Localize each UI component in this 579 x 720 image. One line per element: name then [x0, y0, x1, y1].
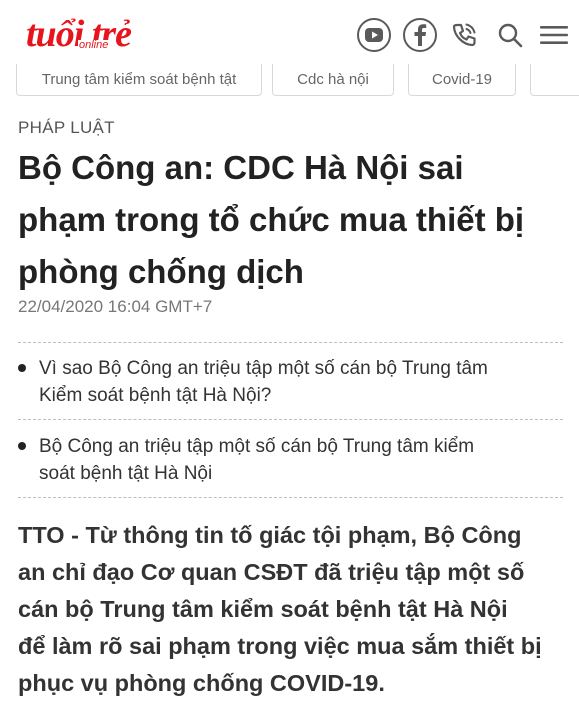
divider	[18, 497, 563, 498]
search-icon[interactable]	[493, 18, 527, 52]
site-header: tuổi trẻ online	[0, 0, 579, 64]
logo-subtext: online	[78, 39, 110, 51]
tag-link[interactable]: Cdc hà nội	[272, 64, 394, 96]
tag-link[interactable]: Covid-19	[408, 64, 516, 96]
bullet-icon	[18, 442, 26, 450]
related-link-line: Bộ Công an triệu tập một số cán bộ Trung…	[39, 436, 475, 457]
publish-date: 22/04/2020 16:04 GMT+7	[18, 297, 213, 316]
related-link-line: Vì sao Bộ Công an triệu tập một số cán b…	[39, 358, 488, 379]
phone-icon[interactable]	[447, 18, 481, 52]
divider	[18, 342, 563, 343]
lead-line: TTO - Từ thông tin tố giác tội phạm, Bộ …	[18, 522, 522, 548]
article-lead: TTO - Từ thông tin tố giác tội phạm, Bộ …	[18, 517, 566, 702]
related-link[interactable]: Bộ Công an triệu tập một số cán bộ Trung…	[18, 433, 563, 487]
related-link-line: soát bệnh tật Hà Nội	[39, 463, 213, 484]
tag-link-partial[interactable]	[530, 64, 579, 96]
lead-line: an chỉ đạo Cơ quan CSĐT đã triệu tập một…	[18, 559, 525, 585]
menu-icon[interactable]	[537, 18, 571, 52]
bullet-icon	[18, 364, 26, 372]
related-link-line: Kiểm soát bệnh tật Hà Nội?	[39, 385, 272, 406]
related-link[interactable]: Vì sao Bộ Công an triệu tập một số cán b…	[18, 355, 563, 409]
lead-line: phục vụ phòng chống COVID-19.	[18, 670, 385, 696]
title-line: phạm trong tổ chức mua thiết bị	[18, 201, 525, 238]
divider	[18, 419, 563, 420]
article-title: Bộ Công an: CDC Hà Nội sai phạm trong tổ…	[18, 142, 563, 298]
tag-bar: Trung tâm kiểm soát bệnh tật Cdc hà nội …	[0, 64, 579, 102]
title-line: phòng chống dịch	[18, 253, 304, 290]
youtube-icon[interactable]	[357, 18, 391, 52]
article-category[interactable]: PHÁP LUẬT	[18, 118, 115, 138]
site-logo[interactable]: tuổi trẻ online	[26, 14, 146, 54]
title-line: Bộ Công an: CDC Hà Nội sai	[18, 149, 464, 186]
facebook-icon[interactable]	[403, 18, 437, 52]
tag-link[interactable]: Trung tâm kiểm soát bệnh tật	[16, 64, 262, 96]
lead-line: để làm rõ sai phạm trong việc mua sắm th…	[18, 633, 542, 659]
lead-line: cán bộ Trung tâm kiểm soát bệnh tật Hà N…	[18, 596, 508, 622]
